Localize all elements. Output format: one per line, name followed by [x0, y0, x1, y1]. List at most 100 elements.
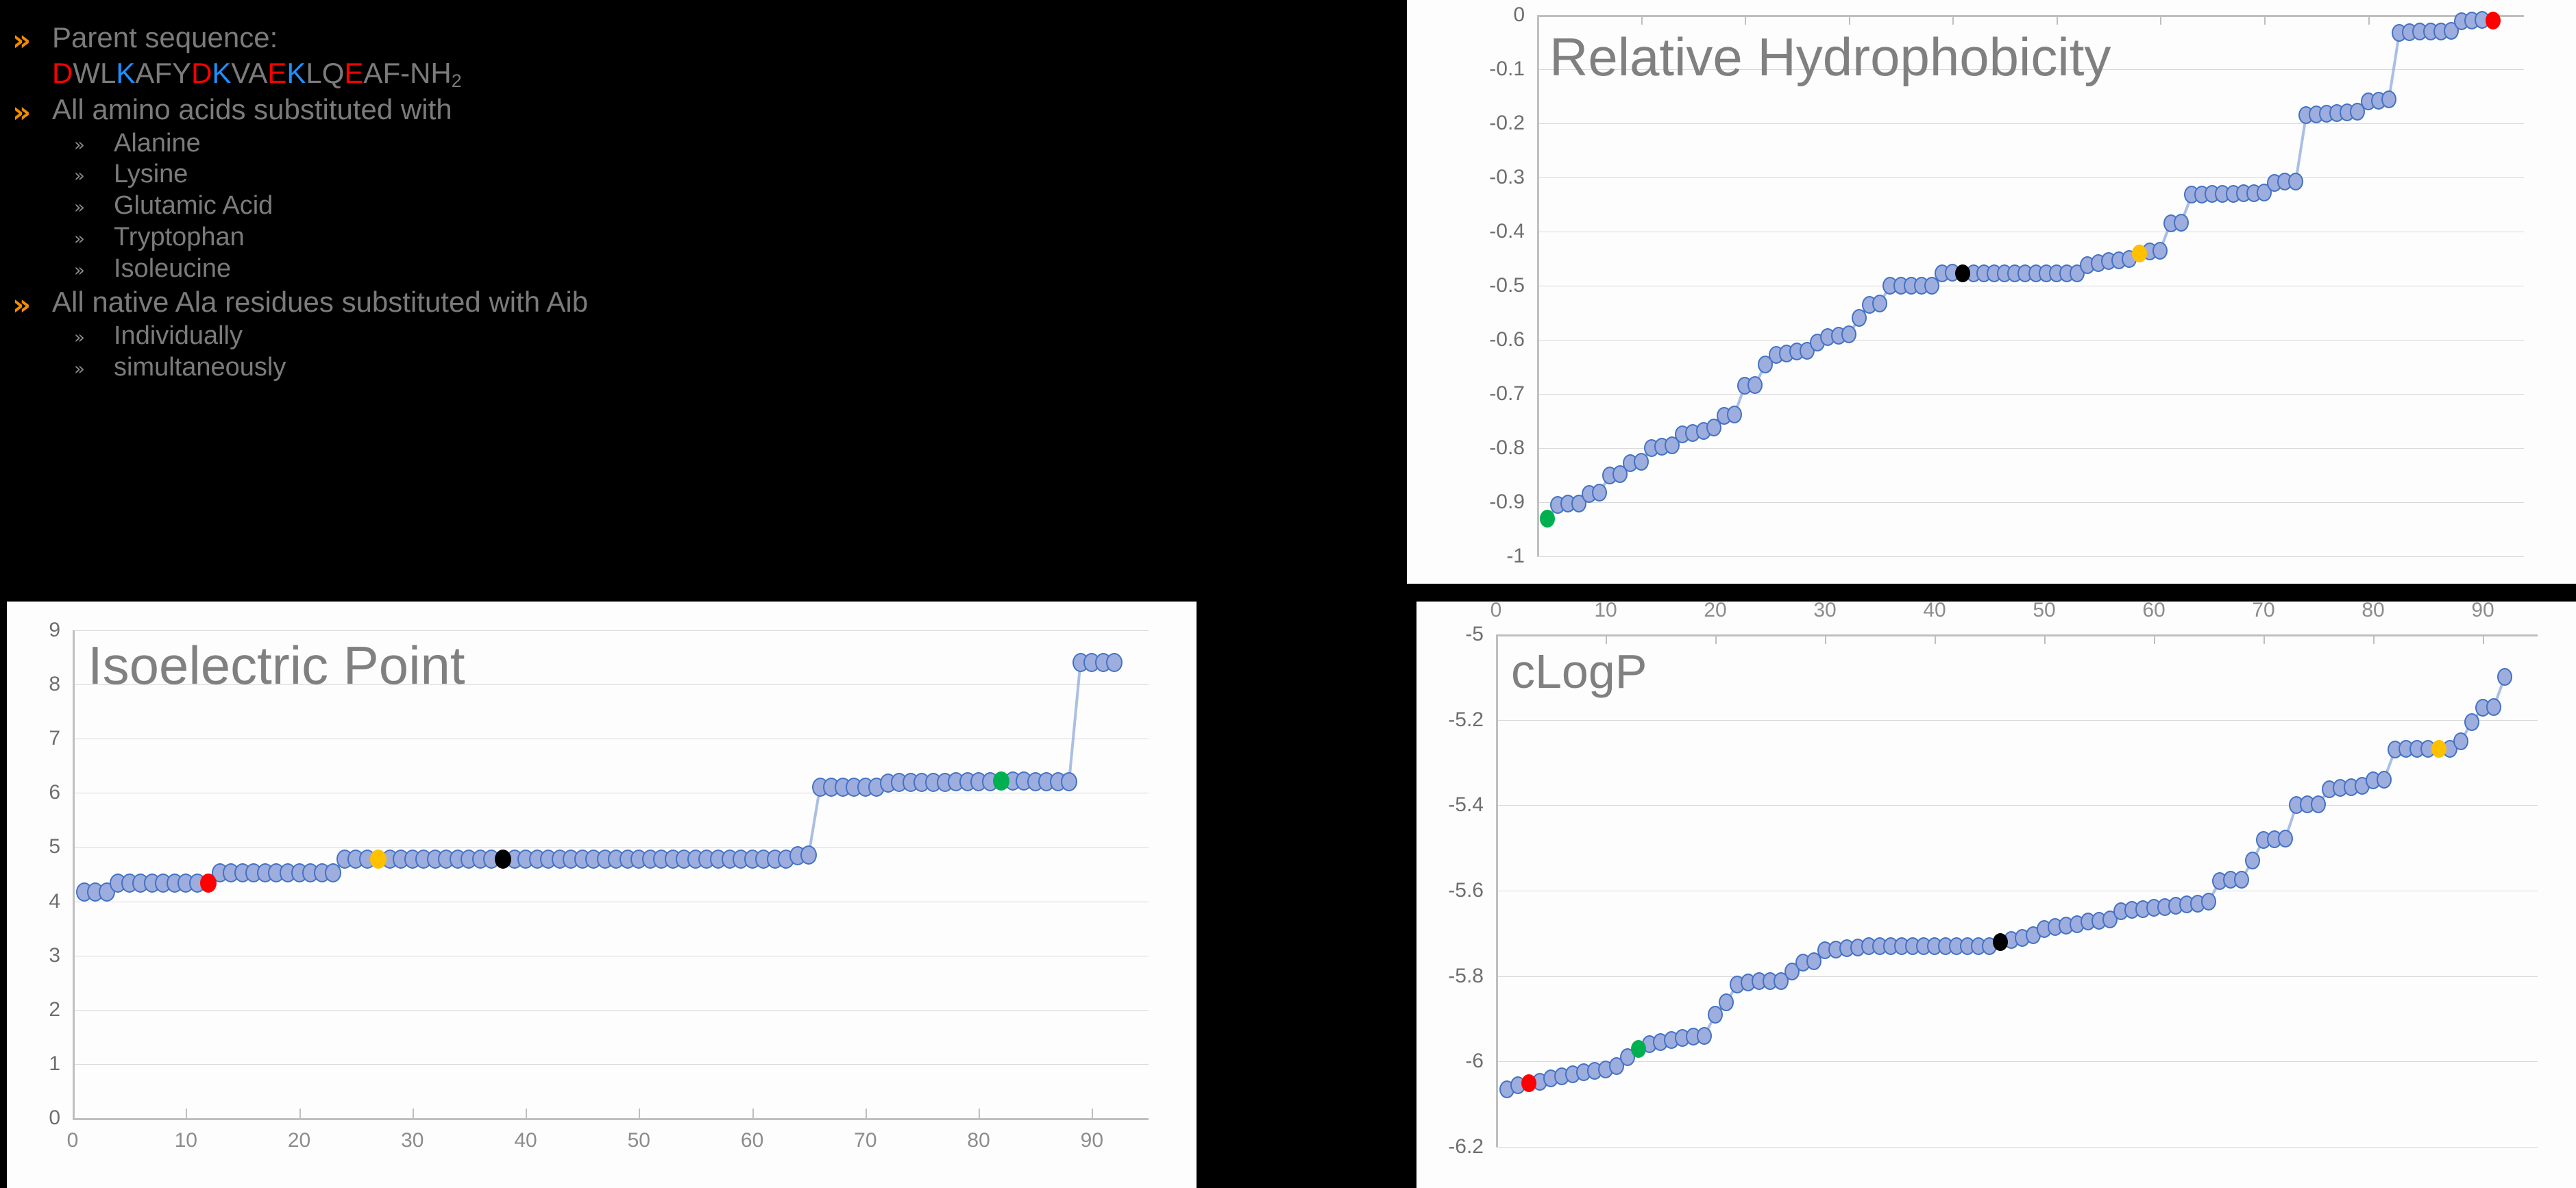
- data-point-reference-red: [1521, 1074, 1536, 1092]
- chevron-sub-bullet-icon: »: [74, 260, 85, 281]
- y-axis-tick-label: -0.7: [1489, 382, 1525, 405]
- bullet-all-amino-acids: » All amino acids substituted with: [12, 92, 1405, 127]
- x-axis-tick-label: 70: [854, 1129, 877, 1152]
- x-axis-tick-label: 0: [1490, 602, 1502, 621]
- x-axis-tick: [1745, 15, 1747, 25]
- bullet-parent-sequence: » Parent sequence:: [12, 21, 1405, 55]
- x-axis-tick-label: 70: [2252, 602, 2275, 621]
- y-axis-tick-label: -5: [1465, 623, 1484, 645]
- x-axis-tick: [526, 1109, 528, 1118]
- y-axis-tick-label: -0.4: [1489, 220, 1525, 243]
- x-axis-tick-label: 90: [1080, 1129, 1104, 1152]
- data-point-reference-black: [1955, 264, 1971, 282]
- chevron-sub-bullet-icon: »: [74, 358, 85, 380]
- gridline: [73, 1063, 1149, 1065]
- sub-bullet-individually: » Individually: [74, 321, 1405, 351]
- data-point: [2201, 892, 2216, 911]
- chart-title: Isoelectric Point: [88, 635, 465, 695]
- chart-clogp: -5 -5.2 -5.4 -5.6 -5.8 -6 -6.2 0 10 20 30 40 50 60 70 8…: [1416, 602, 2576, 1188]
- data-point: [2173, 213, 2189, 232]
- x-axis-tick-label: 10: [1630, 0, 1652, 3]
- data-point-reference-red: [2485, 11, 2501, 29]
- x-axis-tick: [1715, 634, 1717, 644]
- sub-bullet-alanine: » Alanine: [74, 128, 1405, 159]
- data-point: [2377, 770, 2392, 789]
- x-axis-tick: [2373, 634, 2375, 644]
- chart-isoelectric-point: 0 1 2 3 4 5 6 7 8 9 0 10 20 30 40 50 60 70 80 90 Isoelectric…: [7, 602, 1197, 1188]
- sequence-residue: A: [135, 57, 155, 89]
- sequence-residue: E: [267, 57, 287, 89]
- gridline: [1496, 805, 2538, 806]
- data-point: [1106, 653, 1123, 673]
- bullet-label: Parent sequence:: [52, 21, 278, 53]
- sequence-residue: F: [382, 57, 401, 89]
- x-axis-tick-label: 90: [2471, 602, 2494, 621]
- y-axis-tick-label: -5.8: [1448, 964, 1484, 987]
- data-point-reference-red: [200, 873, 217, 893]
- x-axis-tick-label: 30: [1837, 0, 1860, 3]
- data-point: [1633, 452, 1649, 471]
- data-point: [2486, 697, 2501, 716]
- x-axis-tick-label: 10: [174, 1129, 197, 1152]
- x-axis-tick-label: 50: [2033, 602, 2056, 621]
- gridline: [1537, 448, 2524, 449]
- sequence-residue: K: [116, 57, 136, 89]
- data-point: [1841, 325, 1856, 344]
- data-point-reference-green: [1631, 1039, 1646, 1058]
- x-axis-tick-label: 50: [2045, 0, 2068, 3]
- y-axis-tick-label: -0.6: [1489, 328, 1525, 351]
- data-point-reference-black: [495, 849, 511, 869]
- x-axis-tick-label: 40: [1923, 602, 1946, 621]
- x-axis-tick: [865, 1109, 867, 1118]
- plot-wrapper: 0 -0.1 -0.2 -0.3 -0.4 -0.5 -0.6 -0.7 -0.8 -0.9 -1 0…: [1407, 0, 2576, 584]
- x-axis-tick: [1848, 15, 1850, 25]
- y-axis-tick-label: -6.2: [1448, 1135, 1484, 1158]
- chevron-sub-bullet-icon: »: [74, 229, 85, 250]
- x-axis-tick-label: 0: [66, 1129, 79, 1152]
- gridline: [1537, 502, 2524, 503]
- x-axis-tick: [73, 1109, 74, 1118]
- sequence-residue: W: [73, 57, 100, 89]
- y-axis-tick-label: 2: [49, 998, 60, 1021]
- gridline: [1496, 1147, 2538, 1148]
- x-axis-tick-label: 40: [514, 1129, 537, 1152]
- sequence-residue: F: [154, 57, 173, 89]
- x-axis-tick: [1935, 634, 1936, 644]
- sequence-residue: Q: [321, 57, 345, 89]
- data-point: [1697, 1026, 1712, 1045]
- x-axis-tick: [1641, 15, 1643, 25]
- y-axis-tick-label: -0.5: [1489, 274, 1525, 297]
- gridline: [1537, 123, 2524, 124]
- gridline: [1537, 340, 2524, 341]
- x-axis-tick-label: 20: [1704, 602, 1727, 621]
- gridline: [1496, 1061, 2538, 1063]
- data-point: [2278, 829, 2293, 847]
- bullet-label: All native Ala residues substituted with…: [52, 285, 589, 318]
- sub-bullet-label: Tryptophan: [114, 223, 245, 252]
- data-point-reference-yellow: [2431, 740, 2446, 758]
- x-axis-line: [73, 1118, 1149, 1120]
- y-axis-tick-label: 7: [49, 727, 60, 750]
- x-axis-tick-label: 30: [1813, 602, 1837, 621]
- x-axis-line: [1537, 15, 2524, 17]
- gridline: [73, 1009, 1149, 1011]
- sequence-residue: E: [344, 57, 364, 89]
- x-axis-tick-label: 80: [2357, 0, 2379, 3]
- chevron-sub-bullet-icon: »: [74, 134, 85, 156]
- data-point-reference-yellow: [2132, 244, 2148, 262]
- data-point-reference-green: [993, 771, 1010, 791]
- x-axis-tick-label: 70: [2253, 0, 2275, 3]
- x-axis-tick: [1825, 634, 1826, 644]
- y-axis-line: [1537, 15, 1539, 556]
- chevron-bullet-icon: »: [12, 23, 31, 57]
- y-axis-tick-label: 8: [49, 673, 60, 696]
- sequence-residue: A: [363, 57, 383, 89]
- x-axis-tick-label: 40: [1941, 0, 1964, 3]
- x-axis-tick: [2160, 15, 2162, 25]
- x-axis-tick: [299, 1109, 301, 1118]
- sequence-residue: V: [231, 57, 249, 89]
- y-axis-tick-label: 0: [1513, 3, 1525, 26]
- data-point: [2381, 90, 2396, 109]
- sequence-residue: Y: [172, 57, 192, 89]
- data-point: [1872, 295, 1888, 313]
